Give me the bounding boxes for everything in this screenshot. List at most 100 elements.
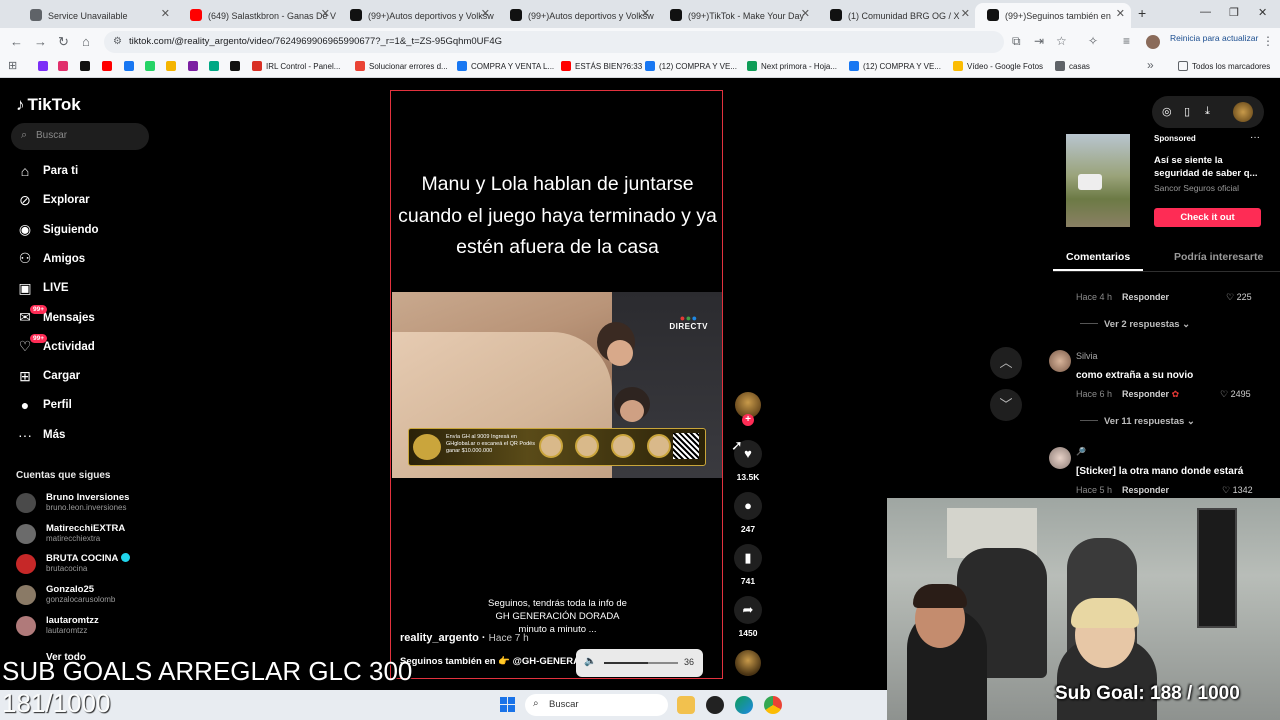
tab-close-icon[interactable]: ✕: [161, 7, 170, 20]
reload-icon[interactable]: ↻: [58, 34, 69, 50]
sidebar-item-compass[interactable]: ⊘ Explorar: [16, 189, 166, 211]
share-icon[interactable]: ➦: [734, 596, 762, 624]
restart-to-update-button[interactable]: Reinicia para actualizar: [1170, 33, 1258, 43]
follow-plus-button[interactable]: +: [742, 414, 754, 426]
bookmarks-overflow-button[interactable]: »: [1147, 58, 1154, 72]
bookmark-item[interactable]: Vídeo - Google Fotos: [953, 61, 1043, 71]
following-account[interactable]: MatirecchiEXTRA matirecchiextra: [16, 521, 166, 547]
tab-close-icon[interactable]: ✕: [961, 7, 970, 20]
tab-comments[interactable]: Comentarios: [1066, 251, 1130, 263]
edge-icon[interactable]: [735, 696, 753, 714]
sidebar-item-friends[interactable]: ⚇ Amigos: [16, 248, 166, 270]
file-explorer-icon[interactable]: [677, 696, 695, 714]
video-author[interactable]: reality_argento · Hace 7 h: [400, 632, 529, 644]
browser-tab[interactable]: (1) Comunidad BRG OG / X ✕: [818, 3, 976, 28]
view-replies-button[interactable]: Ver 2 respuestas ⌄: [1080, 319, 1190, 330]
bookmark-item[interactable]: [145, 61, 159, 71]
ad-title[interactable]: Así se siente la seguridad de saber q...: [1154, 154, 1264, 180]
sidebar-item-messages[interactable]: ✉ 99+ Mensajes: [16, 305, 166, 329]
windows-start-icon[interactable]: [500, 697, 515, 712]
ad-cta-button[interactable]: Check it out: [1154, 208, 1261, 227]
chrome-icon[interactable]: [764, 696, 782, 714]
following-account[interactable]: lautaromtzz lautaromtzz: [16, 613, 166, 639]
bookmark-item[interactable]: [230, 61, 244, 71]
site-info-icon[interactable]: ⚙: [113, 36, 122, 47]
forward-icon[interactable]: →: [34, 34, 47, 49]
reply-button[interactable]: Responder: [1122, 292, 1169, 302]
tab-close-icon[interactable]: ✕: [321, 7, 330, 20]
speaker-icon[interactable]: 🔈: [584, 656, 596, 667]
following-account[interactable]: Gonzalo25 gonzalocarusolomb: [16, 582, 166, 608]
sidebar-item-following[interactable]: ◉ Siguiendo: [16, 219, 166, 241]
previous-video-button[interactable]: ︿: [990, 347, 1022, 379]
bookmark-icon[interactable]: ▮: [734, 544, 762, 572]
view-replies-button[interactable]: Ver 11 respuestas ⌄: [1080, 416, 1195, 427]
next-video-button[interactable]: ﹀: [990, 389, 1022, 421]
ad-more-button[interactable]: ···: [1250, 132, 1260, 143]
bookmark-item[interactable]: (12) COMPRA Y VE...: [645, 61, 737, 71]
commenter-avatar[interactable]: [1049, 447, 1071, 469]
tiktok-logo[interactable]: ♪ TikTok: [16, 95, 81, 115]
maximize-button[interactable]: ❐: [1229, 6, 1239, 19]
minimize-button[interactable]: —: [1200, 6, 1211, 18]
download-icon[interactable]: ⤓: [1205, 105, 1210, 118]
volume-control[interactable]: 🔈 36: [576, 649, 703, 677]
bookmark-item[interactable]: [124, 61, 138, 71]
bookmark-item[interactable]: COMPRA Y VENTA L...: [457, 61, 554, 71]
comment-icon[interactable]: ●: [734, 492, 762, 520]
profile-avatar[interactable]: [1146, 35, 1160, 49]
sidebar-item-profile[interactable]: ● Perfil: [16, 394, 166, 416]
comment-likes[interactable]: ♡ 2495: [1220, 389, 1251, 400]
compass-icon[interactable]: ◎: [1162, 105, 1172, 118]
share-action[interactable]: ➦ 1450: [733, 596, 763, 638]
bookmark-item[interactable]: (12) COMPRA Y VE...: [849, 61, 941, 71]
commenter-name[interactable]: Silvia: [1076, 351, 1098, 361]
install-icon[interactable]: ⇥: [1034, 34, 1044, 48]
commenter-avatar[interactable]: [1049, 350, 1071, 372]
comment-likes[interactable]: ♡ 1342: [1222, 485, 1253, 496]
comment-likes[interactable]: ♡ 225: [1226, 292, 1252, 303]
bookmark-action[interactable]: ▮ 741: [733, 544, 763, 586]
search-input[interactable]: ⌕ Buscar: [11, 123, 149, 150]
tab-close-icon[interactable]: ✕: [641, 7, 650, 20]
browser-tab[interactable]: Service Unavailable ✕: [18, 3, 176, 28]
sidebar-item-activity[interactable]: ♡ 99+ Actividad: [16, 334, 166, 358]
close-window-button[interactable]: ✕: [1258, 6, 1267, 19]
all-bookmarks-button[interactable]: Todos los marcadores: [1178, 61, 1270, 71]
sidebar-item-upload[interactable]: ⊞ Cargar: [16, 365, 166, 387]
menu-icon[interactable]: ⋮: [1262, 34, 1274, 48]
bookmark-item[interactable]: [80, 61, 94, 71]
user-avatar[interactable]: [1233, 102, 1253, 122]
author-name[interactable]: reality_argento: [400, 632, 479, 644]
extensions-icon[interactable]: ✧: [1088, 34, 1098, 48]
browser-tab[interactable]: (99+)Autos deportivos y Volksw ✕: [498, 3, 656, 28]
following-account[interactable]: Bruno Inversiones bruno.leon.inversiones: [16, 490, 166, 516]
bookmark-item[interactable]: [102, 61, 116, 71]
bookmark-item[interactable]: IRL Control - Panel...: [252, 61, 340, 71]
volume-slider[interactable]: [604, 662, 678, 664]
back-icon[interactable]: ←: [10, 34, 23, 49]
app-icon[interactable]: [706, 696, 724, 714]
url-field[interactable]: ⚙ tiktok.com/@reality_argento/video/7624…: [104, 31, 1004, 53]
apps-icon[interactable]: ⊞: [8, 59, 17, 72]
bookmark-item[interactable]: [58, 61, 72, 71]
tab-close-icon[interactable]: ✕: [801, 7, 810, 20]
browser-tab[interactable]: (649) Salastkbron - Ganas De V ✕: [178, 3, 336, 28]
browser-tab[interactable]: (99+)Seguinos también en ✕: [975, 3, 1131, 28]
new-tab-button[interactable]: +: [1138, 5, 1146, 21]
bookmark-item[interactable]: ESTÁS BIEN?6:33: [561, 61, 642, 71]
following-account[interactable]: BRUTA COCINA brutacocina: [16, 551, 166, 577]
tab-you-may-like[interactable]: Podría interesarte: [1174, 251, 1263, 263]
bookmark-item[interactable]: [166, 61, 180, 71]
bookmark-item[interactable]: [38, 61, 52, 71]
ad-image[interactable]: [1066, 134, 1130, 227]
browser-tab[interactable]: (99+)Autos deportivos y Volksw ✕: [338, 3, 496, 28]
comment-action[interactable]: ● 247: [733, 492, 763, 534]
bookmark-item[interactable]: Next primora - Hoja...: [747, 61, 837, 71]
sidebar-item-more[interactable]: ··· Más: [16, 424, 166, 446]
browser-tab[interactable]: (99+)TikTok - Make Your Day ✕: [658, 3, 816, 28]
translate-icon[interactable]: ⧉: [1012, 34, 1021, 49]
media-icon[interactable]: ≡: [1123, 34, 1130, 48]
commenter-name[interactable]: 🔎: [1076, 447, 1086, 456]
taskbar-search[interactable]: ⌕ Buscar: [525, 694, 668, 716]
